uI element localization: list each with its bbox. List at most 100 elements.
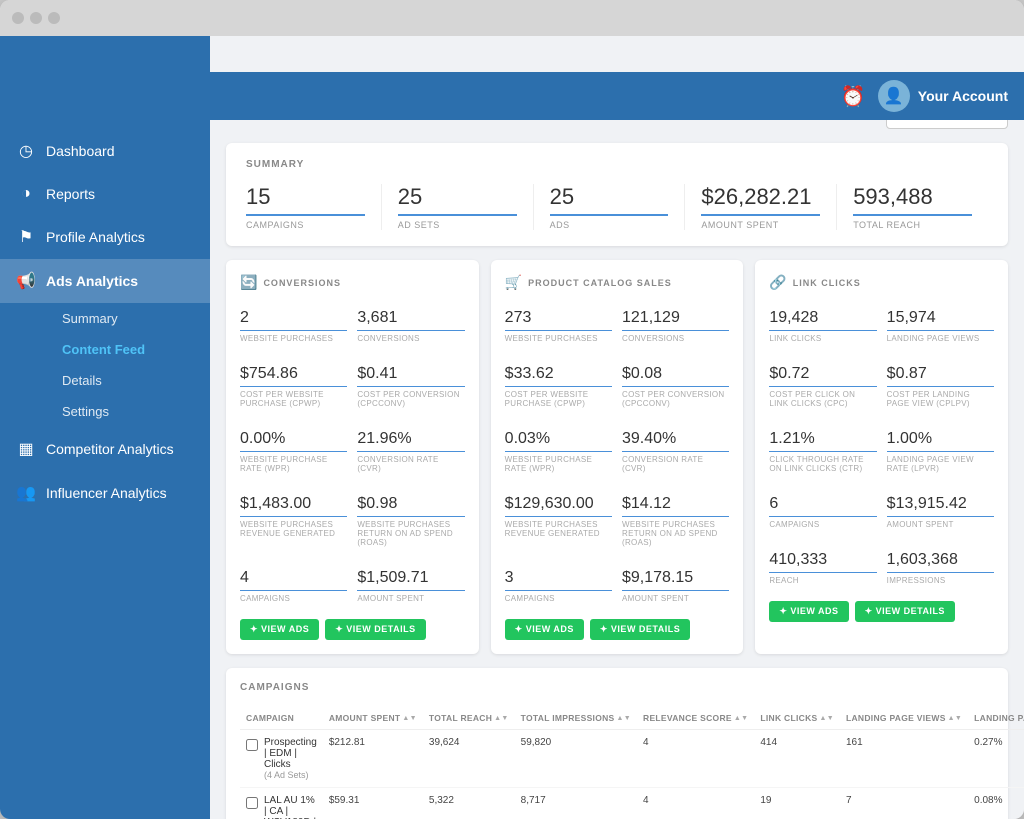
traffic-lights (12, 12, 60, 24)
account-label: Your Account (918, 88, 1008, 104)
ads-analytics-icon: 📢 (16, 271, 36, 291)
summary-stats: 15 CAMPAIGNS 25 AD SETS 25 ADS $26,282 (246, 184, 988, 230)
maximize-button[interactable] (48, 12, 60, 24)
sidebar-item-ads-analytics[interactable]: 📢 Ads Analytics (0, 259, 210, 303)
th-relevance-score[interactable]: RELEVANCE SCORE ▲▼ (637, 707, 754, 730)
amount-spent-label: AMOUNT SPENT (701, 214, 820, 230)
amount-spent-value: $26,282.21 (701, 184, 820, 210)
conversions-stats-grid: 2 WEBSITE PURCHASES 3,681 CONVERSIONS $7… (240, 303, 465, 609)
link-clicks-view-details-button[interactable]: ✦ VIEW DETAILS (855, 601, 955, 622)
close-button[interactable] (12, 12, 24, 24)
th-total-impressions[interactable]: TOTAL IMPRESSIONS ▲▼ (515, 707, 637, 730)
campaign-cplpv: 0.27% (968, 730, 1024, 788)
conversions-view-details-button[interactable]: ✦ VIEW DETAILS (325, 619, 425, 640)
conv-stat-5: 21.96% CONVERSION RATE (CVR) (357, 424, 464, 479)
th-landing-page-views[interactable]: LANDING PAGE VIEWS ▲▼ (840, 707, 968, 730)
campaign-total-impressions: 8,717 (515, 788, 637, 819)
link-clicks-card-buttons: ✦ VIEW ADS ✦ VIEW DETAILS (769, 601, 994, 622)
summary-stat-total-reach: 593,488 TOTAL REACH (837, 184, 988, 230)
link-clicks-icon: 🔗 (769, 274, 786, 291)
conversions-card-buttons: ✦ VIEW ADS ✦ VIEW DETAILS (240, 619, 465, 640)
summary-title: SUMMARY (246, 159, 988, 170)
pc-stat-4: 0.03% WEBSITE PURCHASE RATE (WPR) (505, 424, 612, 479)
conv-stat-9: $1,509.71 AMOUNT SPENT (357, 563, 464, 609)
sidebar-item-ads-analytics-label: Ads Analytics (46, 273, 138, 289)
campaign-link-clicks: 19 (754, 788, 840, 819)
influencer-analytics-icon: 👥 (16, 483, 36, 503)
product-catalog-icon: 🛒 (505, 274, 522, 291)
sidebar-item-dashboard-label: Dashboard (46, 143, 115, 159)
sidebar-item-reports-label: Reports (46, 186, 95, 202)
sidebar-sub-details[interactable]: Details (46, 365, 210, 396)
link-clicks-stats-grid: 19,428 LINK CLICKS 15,974 LANDING PAGE V… (769, 303, 994, 591)
lc-stat-2: $0.72 COST PER CLICK ON LINK CLICKS (CPC… (769, 359, 876, 414)
sidebar-item-dashboard[interactable]: ◷ Dashboard (0, 129, 210, 173)
pc-stat-0: 273 WEBSITE PURCHASES (505, 303, 612, 349)
lc-stat-4: 1.21% CLICK THROUGH RATE ON LINK CLICKS … (769, 424, 876, 479)
sidebar-sub-menu: Summary Content Feed Details Settings (0, 303, 210, 427)
campaign-link-clicks: 414 (754, 730, 840, 788)
product-catalog-title: PRODUCT CATALOG SALES (528, 278, 672, 288)
lc-stat-1: 15,974 LANDING PAGE VIEWS (887, 303, 994, 349)
sidebar-item-influencer-analytics-label: Influencer Analytics (46, 485, 167, 501)
product-catalog-view-details-button[interactable]: ✦ VIEW DETAILS (590, 619, 690, 640)
product-catalog-card: 🛒 PRODUCT CATALOG SALES 273 WEBSITE PURC… (491, 260, 744, 654)
th-total-reach[interactable]: TOTAL REACH ▲▼ (423, 707, 515, 730)
sidebar-item-competitor-analytics[interactable]: ▦ Competitor Analytics (0, 427, 210, 471)
pc-stat-9: $9,178.15 AMOUNT SPENT (622, 563, 729, 609)
conv-stat-8: 4 CAMPAIGNS (240, 563, 347, 609)
lc-stat-0: 19,428 LINK CLICKS (769, 303, 876, 349)
minimize-button[interactable] (30, 12, 42, 24)
sort-icon: ▲▼ (734, 715, 748, 722)
sidebar-item-profile-analytics-label: Profile Analytics (46, 229, 145, 245)
title-bar (0, 0, 1024, 36)
campaign-amount-spent: $59.31 (323, 788, 423, 819)
account-button[interactable]: 👤 Your Account (878, 80, 1008, 112)
sort-icon: ▲▼ (948, 715, 962, 722)
pc-stat-7: $14.12 WEBSITE PURCHASES RETURN ON AD SP… (622, 489, 729, 553)
product-catalog-view-ads-button[interactable]: ✦ VIEW ADS (505, 619, 584, 640)
sidebar-sub-content-feed[interactable]: Content Feed (46, 334, 210, 365)
table-row: LAL AU 1% | CA | WSV180D | AU | 18-45 | … (240, 788, 1024, 819)
top-nav: ⏰ 👤 Your Account (0, 72, 1024, 120)
pc-stat-2: $33.62 COST PER WEBSITE PURCHASE (CPWP) (505, 359, 612, 414)
link-clicks-view-ads-button[interactable]: ✦ VIEW ADS (769, 601, 848, 622)
th-link-clicks[interactable]: LINK CLICKS ▲▼ (754, 707, 840, 730)
campaign-landing-page-views: 161 (840, 730, 968, 788)
competitor-analytics-icon: ▦ (16, 439, 36, 459)
campaign-checkbox[interactable] (246, 739, 258, 751)
conv-stat-3: $0.41 COST PER CONVERSION (CPCCONV) (357, 359, 464, 414)
link-clicks-card: 🔗 LINK CLICKS 19,428 LINK CLICKS 15,974 … (755, 260, 1008, 654)
sidebar-item-reports[interactable]: ◑ Reports (0, 173, 210, 215)
alarm-icon[interactable]: ⏰ (841, 84, 866, 109)
sort-icon: ▲▼ (617, 715, 631, 722)
th-landing-page-views-cplpv[interactable]: LANDING PAGE VIEWS ▲▼ (968, 707, 1024, 730)
main-content: Time Interval Last Month Last Week Last … (210, 36, 1024, 819)
lc-stat-3: $0.87 COST PER LANDING PAGE VIEW (CPLPV) (887, 359, 994, 414)
summary-stat-ads: 25 ADS (534, 184, 686, 230)
ads-label: ADS (550, 214, 669, 230)
sort-icon: ▲▼ (820, 715, 834, 722)
link-clicks-title: LINK CLICKS (793, 278, 861, 288)
campaign-checkbox[interactable] (246, 797, 258, 809)
th-amount-spent[interactable]: AMOUNT SPENT ▲▼ (323, 707, 423, 730)
conversions-card: 🔄 CONVERSIONS 2 WEBSITE PURCHASES 3,681 … (226, 260, 479, 654)
sidebar-sub-settings[interactable]: Settings (46, 396, 210, 427)
conv-stat-2: $754.86 COST PER WEBSITE PURCHASE (CPWP) (240, 359, 347, 414)
campaigns-title: CAMPAIGNS (240, 682, 994, 693)
lc-stat-8: 410,333 REACH (769, 545, 876, 591)
table-header-row: CAMPAIGN AMOUNT SPENT ▲▼ (240, 707, 1024, 730)
main-inner: Time Interval Last Month Last Week Last … (210, 84, 1024, 819)
ads-value: 25 (550, 184, 669, 210)
conversions-view-ads-button[interactable]: ✦ VIEW ADS (240, 619, 319, 640)
pc-stat-5: 39.40% CONVERSION RATE (CVR) (622, 424, 729, 479)
pc-stat-8: 3 CAMPAIGNS (505, 563, 612, 609)
summary-stat-campaigns: 15 CAMPAIGNS (246, 184, 382, 230)
sidebar-item-influencer-analytics[interactable]: 👥 Influencer Analytics (0, 471, 210, 515)
sidebar-sub-summary[interactable]: Summary (46, 303, 210, 334)
product-catalog-card-buttons: ✦ VIEW ADS ✦ VIEW DETAILS (505, 619, 730, 640)
app-window: ⏰ 👤 Your Account ≡ ◷ Dashboard ◑ Reports… (0, 0, 1024, 819)
campaign-landing-page-views: 7 (840, 788, 968, 819)
sidebar-item-profile-analytics[interactable]: ⚑ Profile Analytics (0, 215, 210, 259)
campaign-name-cell: Prospecting | EDM | Clicks (4 Ad Sets) (240, 730, 323, 788)
